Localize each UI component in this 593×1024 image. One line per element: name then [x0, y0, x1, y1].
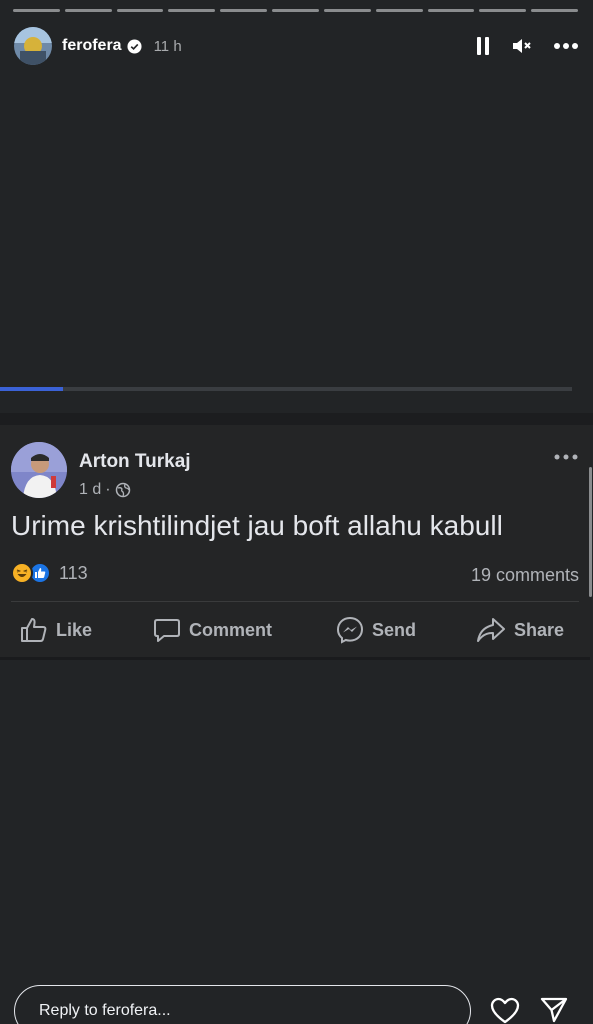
comment-button[interactable]: Comment — [153, 613, 272, 647]
post-meta: 1 d · — [79, 481, 131, 499]
share-arrow-icon — [477, 618, 505, 642]
story-header: ferofera 11 h — [14, 27, 579, 65]
reply-input[interactable]: Reply to ferofera... — [14, 985, 471, 1024]
like-label: Like — [56, 619, 93, 640]
story-segment — [323, 9, 371, 12]
more-options-icon[interactable] — [553, 42, 579, 50]
heart-icon[interactable] — [490, 997, 520, 1024]
story-segment — [64, 9, 112, 12]
video-progress-fill — [0, 387, 63, 391]
post-text: Urime krishtilindjet jau boft allahu kab… — [11, 510, 503, 541]
send-label: Send — [372, 619, 417, 640]
post-time[interactable]: 1 d — [79, 481, 101, 499]
share-label: Share — [514, 619, 565, 640]
story-author-avatar[interactable] — [14, 27, 52, 65]
facebook-post-card: Arton Turkaj 1 d · Urime krishtilindjet … — [0, 425, 590, 660]
story-segment — [531, 9, 578, 12]
verified-badge-icon — [127, 38, 142, 54]
haha-reaction-icon — [11, 562, 33, 584]
post-divider — [11, 601, 579, 602]
scrollbar[interactable] — [589, 467, 592, 597]
muted-speaker-icon[interactable] — [511, 36, 533, 56]
story-username[interactable]: ferofera — [62, 37, 122, 55]
post-author-avatar[interactable] — [11, 442, 67, 498]
post-actions: Like Comment Send Share — [0, 613, 590, 647]
meta-separator: · — [105, 481, 111, 498]
story-progress-segments — [13, 9, 578, 12]
like-button[interactable]: Like — [20, 613, 92, 647]
video-progress-bar[interactable] — [0, 387, 572, 391]
video-bottom-edge — [0, 413, 593, 425]
globe-icon — [115, 482, 130, 498]
paper-plane-icon[interactable] — [539, 995, 569, 1024]
share-button[interactable]: Share — [476, 613, 564, 647]
story-segment — [427, 9, 475, 12]
story-segment — [479, 9, 527, 12]
reaction-count: 113 — [59, 562, 88, 583]
pause-icon[interactable] — [475, 36, 491, 56]
messenger-icon — [336, 616, 364, 644]
story-segment — [116, 9, 164, 12]
story-segment — [220, 9, 268, 12]
post-more-icon[interactable] — [554, 447, 578, 465]
comments-count[interactable]: 19 comments — [471, 565, 579, 586]
story-segment — [272, 9, 319, 12]
comment-bubble-icon — [154, 619, 180, 642]
story-segment — [168, 9, 216, 12]
reply-placeholder: Reply to ferofera... — [39, 1002, 171, 1019]
story-time: 11 h — [153, 37, 182, 55]
thumbs-up-icon — [21, 618, 47, 642]
story-segment — [375, 9, 423, 12]
comment-label: Comment — [189, 619, 273, 640]
post-author-name[interactable]: Arton Turkaj — [79, 451, 191, 473]
story-segment — [13, 9, 60, 12]
reaction-summary[interactable]: 113 — [11, 562, 88, 584]
send-button[interactable]: Send — [336, 613, 416, 647]
